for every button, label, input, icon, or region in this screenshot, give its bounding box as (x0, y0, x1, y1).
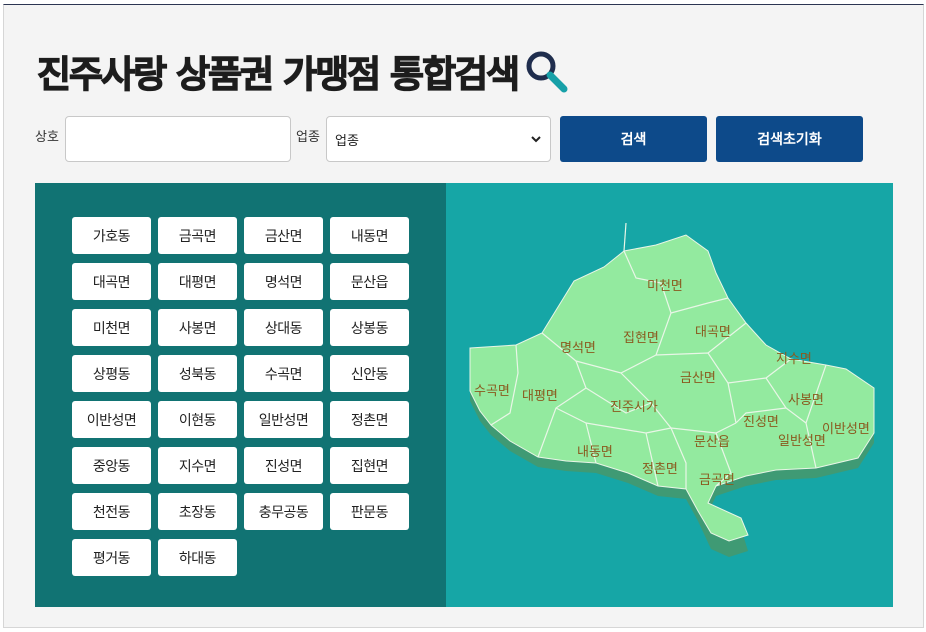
region-button[interactable]: 대곡면 (72, 263, 151, 300)
map-label-sugok[interactable]: 수곡면 (474, 384, 510, 399)
region-button[interactable]: 미천면 (72, 309, 151, 346)
region-button[interactable]: 문산읍 (330, 263, 409, 300)
map-label-myeongseok[interactable]: 명석면 (560, 341, 596, 356)
region-button-grid: 가호동 금곡면 금산면 내동면 대곡면 대평면 명석면 문산읍 미천면 사봉면 … (72, 217, 409, 576)
chevron-down-icon (531, 136, 541, 143)
region-button[interactable]: 집현면 (330, 447, 409, 484)
region-button[interactable]: 대평면 (158, 263, 237, 300)
region-button[interactable]: 금산면 (244, 217, 323, 254)
map-label-daegok[interactable]: 대곡면 (695, 325, 731, 340)
region-button[interactable]: 일반성면 (244, 401, 323, 438)
category-selected-value: 업종 (335, 133, 359, 149)
region-button[interactable]: 지수면 (158, 447, 237, 484)
search-button[interactable]: 검색 (560, 116, 707, 162)
map-label-micheon[interactable]: 미천면 (647, 279, 683, 294)
region-button[interactable]: 정촌면 (330, 401, 409, 438)
region-button[interactable]: 평거동 (72, 539, 151, 576)
map-label-city-center[interactable]: 진주시가 (610, 400, 658, 415)
region-button[interactable]: 이현동 (158, 401, 237, 438)
region-button[interactable]: 판문동 (330, 493, 409, 530)
region-button[interactable]: 충무공동 (244, 493, 323, 530)
map-label-geumgok[interactable]: 금곡면 (699, 473, 735, 488)
name-label: 상호 (35, 130, 59, 145)
name-input[interactable] (65, 116, 291, 162)
region-button[interactable]: 가호동 (72, 217, 151, 254)
region-button[interactable]: 내동면 (330, 217, 409, 254)
region-button[interactable]: 상대동 (244, 309, 323, 346)
map-label-sabong[interactable]: 사봉면 (788, 393, 824, 408)
map-label-jinseong[interactable]: 진성면 (743, 415, 779, 430)
page-title: 진주사랑 상품권 가맹점 통합검색 (36, 52, 520, 96)
reset-search-button[interactable]: 검색초기화 (716, 116, 863, 162)
region-button[interactable]: 수곡면 (244, 355, 323, 392)
region-button[interactable]: 상평동 (72, 355, 151, 392)
region-button[interactable]: 금곡면 (158, 217, 237, 254)
region-button[interactable]: 초장동 (158, 493, 237, 530)
region-button[interactable]: 상봉동 (330, 309, 409, 346)
magnifier-icon (526, 51, 568, 93)
region-button[interactable]: 성북동 (158, 355, 237, 392)
region-button[interactable]: 진성면 (244, 447, 323, 484)
map-label-munsan[interactable]: 문산읍 (694, 435, 730, 450)
category-label: 업종 (296, 130, 320, 145)
map-label-jisu[interactable]: 지수면 (776, 352, 812, 367)
region-list-panel: 가호동 금곡면 금산면 내동면 대곡면 대평면 명석면 문산읍 미천면 사봉면 … (35, 183, 446, 607)
map-label-jeongchon[interactable]: 정촌면 (642, 462, 678, 477)
region-button[interactable]: 명석면 (244, 263, 323, 300)
category-select[interactable]: 업종 (326, 116, 551, 162)
map-label-jiphyeon[interactable]: 집현면 (623, 331, 659, 346)
title-row: 진주사랑 상품권 가맹점 통합검색 (36, 43, 570, 99)
region-button[interactable]: 천전동 (72, 493, 151, 530)
jinju-region-map: 미천면 명석면 집현면 대곡면 지수면 수곡면 대평면 진주시가 금산면 사봉면… (469, 222, 875, 557)
map-label-ilbanseong[interactable]: 일반성면 (778, 434, 826, 449)
map-label-geumsan[interactable]: 금산면 (680, 371, 716, 386)
region-map-panel: 미천면 명석면 집현면 대곡면 지수면 수곡면 대평면 진주시가 금산면 사봉면… (446, 183, 893, 607)
region-button[interactable]: 사봉면 (158, 309, 237, 346)
region-button[interactable]: 중앙동 (72, 447, 151, 484)
map-label-daepyeong[interactable]: 대평면 (522, 389, 558, 404)
map-label-naedong[interactable]: 내동면 (577, 445, 613, 460)
region-button[interactable]: 이반성면 (72, 401, 151, 438)
region-button[interactable]: 신안동 (330, 355, 409, 392)
map-label-ibanseong[interactable]: 이반성면 (822, 422, 870, 437)
region-button[interactable]: 하대동 (158, 539, 237, 576)
